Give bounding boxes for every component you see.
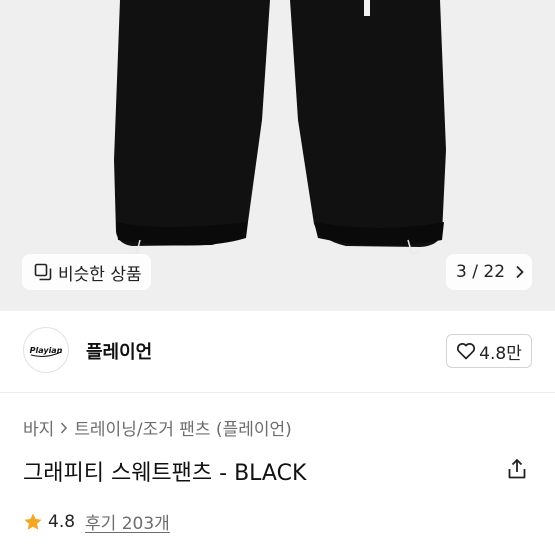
rating-row: 4.8 후기 203개 bbox=[23, 509, 170, 534]
chevron-right-icon bbox=[61, 421, 68, 434]
similar-items-button[interactable]: 비슷한 상품 bbox=[22, 254, 151, 290]
star-icon bbox=[24, 513, 42, 530]
breadcrumb-category[interactable]: 바지 bbox=[23, 415, 54, 440]
heart-icon bbox=[457, 343, 476, 360]
image-counter-button[interactable]: 3 / 22 bbox=[446, 254, 532, 290]
chevron-right-icon bbox=[516, 265, 524, 279]
share-button[interactable] bbox=[505, 457, 529, 481]
brand-logo-image: Playian bbox=[30, 346, 63, 357]
reviews-link[interactable]: 후기 203개 bbox=[85, 509, 170, 534]
product-title: 그래피티 스웨트팬츠 - BLACK bbox=[23, 461, 307, 486]
like-count: 4.8만 bbox=[479, 343, 522, 364]
seller-name[interactable]: 플레이언 bbox=[86, 338, 152, 364]
like-button[interactable]: 4.8만 bbox=[446, 334, 532, 368]
rating-score: 4.8 bbox=[48, 511, 76, 532]
breadcrumb-subcategory[interactable]: 트레이닝/조거 팬츠 (플레이언) bbox=[74, 415, 291, 440]
similar-items-icon bbox=[34, 263, 52, 281]
share-icon bbox=[508, 459, 526, 479]
similar-items-label: 비슷한 상품 bbox=[58, 264, 142, 285]
breadcrumb: 바지 트레이닝/조거 팬츠 (플레이언) bbox=[23, 415, 292, 440]
image-counter: 3 / 22 bbox=[456, 262, 506, 282]
product-image-gallery[interactable]: 비슷한 상품 3 / 22 bbox=[0, 0, 555, 311]
seller-logo[interactable]: Playian bbox=[23, 327, 69, 373]
